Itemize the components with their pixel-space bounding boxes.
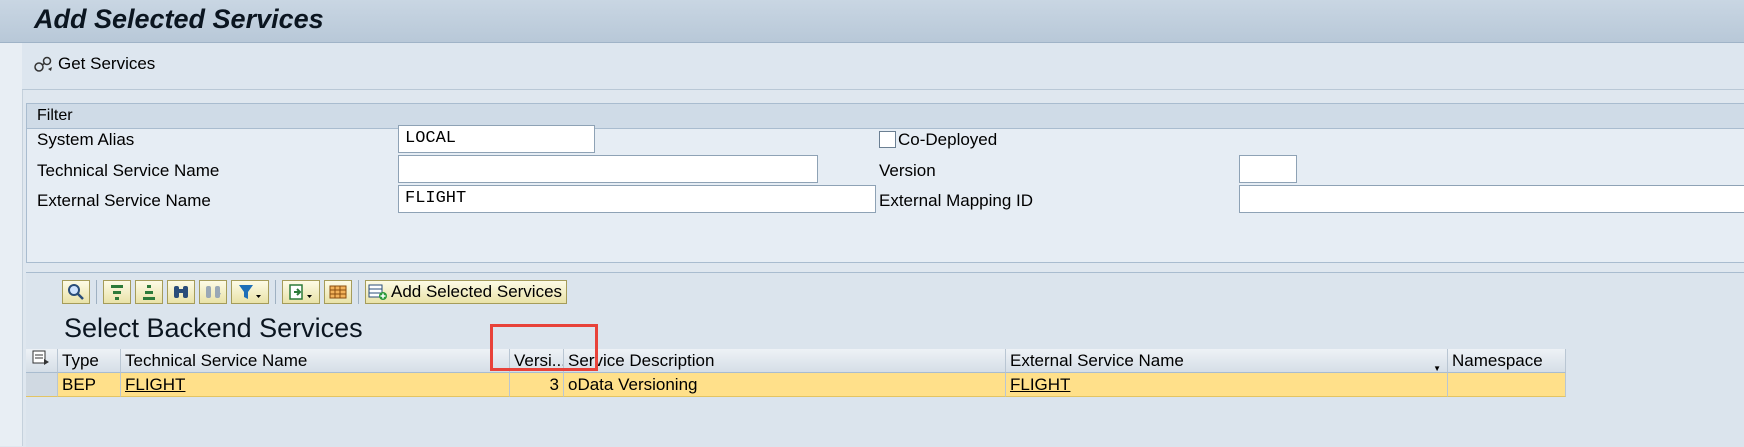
find-next-button[interactable] xyxy=(199,280,227,304)
sort-ascending-button[interactable] xyxy=(103,280,131,304)
row-selector[interactable] xyxy=(26,373,58,397)
details-button[interactable] xyxy=(62,280,90,304)
cell-technical-service-name: FLIGHT xyxy=(121,373,510,397)
table-grid-icon xyxy=(329,285,347,299)
layout-button[interactable] xyxy=(324,280,352,304)
application-toolbar: Get Services xyxy=(22,43,1744,90)
toolbar-separator xyxy=(275,280,276,304)
sort-descending-icon xyxy=(143,285,155,300)
technical-service-name-label: Technical Service Name xyxy=(37,161,220,180)
column-settings-icon xyxy=(32,350,49,365)
version-label: Version xyxy=(879,161,936,180)
left-frame-strip xyxy=(0,43,23,446)
sort-indicator-icon: ▼ xyxy=(1433,364,1441,373)
find-next-icon xyxy=(206,286,221,298)
filter-funnel-icon xyxy=(239,285,261,299)
add-selected-services-button[interactable]: Add Selected Services xyxy=(365,280,568,304)
alv-toolbar: Add Selected Services xyxy=(62,279,568,305)
cell-service-description: oData Versioning xyxy=(564,373,1006,397)
column-header-service-description[interactable]: Service Description xyxy=(564,349,1006,373)
table-header-row: Type Technical Service Name Versi... Ser… xyxy=(26,349,1566,373)
filter-button[interactable] xyxy=(231,280,269,304)
co-deployed-label: Co-Deployed xyxy=(898,130,998,149)
external-service-name-link[interactable]: FLIGHT xyxy=(1010,375,1070,394)
version-highlight-box xyxy=(490,324,598,371)
column-header-namespace[interactable]: Namespace xyxy=(1448,349,1566,373)
find-button[interactable] xyxy=(167,280,195,304)
version-input[interactable] xyxy=(1239,155,1297,183)
filter-panel: Filter System Alias LOCAL Technical Serv… xyxy=(26,103,1744,263)
cell-external-service-name: FLIGHT xyxy=(1006,373,1448,397)
co-deployed-checkbox[interactable] xyxy=(879,131,896,148)
external-mapping-id-input[interactable] xyxy=(1239,185,1744,213)
title-bar: Add Selected Services xyxy=(0,0,1744,43)
cell-version: 3 xyxy=(510,373,564,397)
external-service-name-label: External Service Name xyxy=(37,191,211,210)
technical-service-name-link[interactable]: FLIGHT xyxy=(125,375,185,394)
binoculars-icon xyxy=(174,286,188,298)
section-title: Select Backend Services xyxy=(64,313,363,343)
backend-services-section: Add Selected Services Select Backend Ser… xyxy=(26,272,1744,447)
table-row[interactable]: BEP FLIGHT 3 oData Versioning FLIGHT xyxy=(26,373,1566,397)
add-services-icon xyxy=(368,284,387,300)
get-services-icon xyxy=(34,56,52,72)
technical-service-name-input[interactable] xyxy=(398,155,818,183)
column-header-type[interactable]: Type xyxy=(58,349,121,373)
system-alias-input[interactable]: LOCAL xyxy=(398,125,595,153)
column-header-external-service-name-label: External Service Name xyxy=(1010,351,1184,370)
external-service-name-input[interactable]: FLIGHT xyxy=(398,185,876,213)
filter-header: Filter xyxy=(27,104,1744,129)
export-icon xyxy=(289,284,312,300)
toolbar-separator xyxy=(96,280,97,304)
column-header-technical-service-name[interactable]: Technical Service Name xyxy=(121,349,510,373)
sort-ascending-icon xyxy=(111,285,123,300)
layout-settings-cell[interactable] xyxy=(26,349,58,373)
cell-type: BEP xyxy=(58,373,121,397)
export-button[interactable] xyxy=(282,280,320,304)
system-alias-label: System Alias xyxy=(37,130,135,149)
get-services-button[interactable]: Get Services xyxy=(32,53,155,75)
column-header-external-service-name[interactable]: External Service Name ▼ xyxy=(1006,349,1448,373)
external-mapping-id-label: External Mapping ID xyxy=(879,191,1034,210)
sort-descending-button[interactable] xyxy=(135,280,163,304)
cell-namespace xyxy=(1448,373,1566,397)
add-selected-services-label: Add Selected Services xyxy=(391,282,563,301)
get-services-label: Get Services xyxy=(58,54,156,73)
page-title: Add Selected Services xyxy=(34,4,324,34)
magnifier-icon xyxy=(68,284,84,300)
toolbar-separator xyxy=(358,280,359,304)
